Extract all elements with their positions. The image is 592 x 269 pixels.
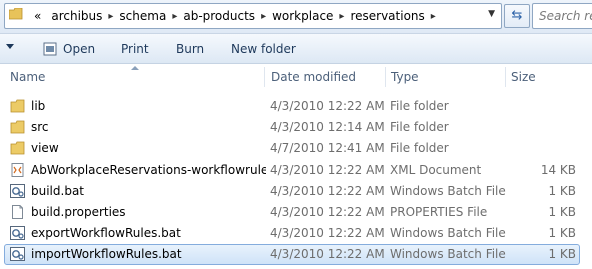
file-date: 4/3/2010 12:22 AM — [270, 99, 385, 113]
file-name: view — [31, 141, 59, 155]
file-size: 1 KB — [548, 184, 576, 198]
folder-icon — [10, 141, 25, 155]
file-row[interactable]: build.properties 4/3/2010 12:22 AM PROPE… — [4, 202, 580, 222]
file-date: 4/3/2010 12:22 AM — [270, 226, 385, 240]
address-bar[interactable]: « archibus ▸ schema ▸ ab-products ▸ work… — [4, 3, 502, 29]
chevron-down-icon[interactable]: ▼ — [488, 9, 495, 19]
file-name: build.properties — [31, 205, 126, 219]
file-size — [514, 117, 576, 137]
column-divider[interactable] — [505, 67, 506, 87]
file-size: 1 KB — [548, 226, 576, 240]
chevron-right-icon[interactable]: ▸ — [338, 11, 345, 22]
folder-icon — [10, 120, 25, 134]
file-row[interactable]: build.bat 4/3/2010 12:22 AM Windows Batc… — [4, 181, 580, 201]
file-size: 1 KB — [548, 247, 576, 261]
breadcrumb-ab-products[interactable]: ab-products — [178, 9, 260, 23]
file-date: 4/3/2010 12:22 AM — [270, 184, 385, 198]
batch-file-icon — [10, 247, 25, 261]
file-type: XML Document — [390, 163, 482, 177]
file-type: PROPERTIES File — [390, 205, 488, 219]
organize-dropdown-icon[interactable] — [6, 44, 14, 49]
address-bar-row: « archibus ▸ schema ▸ ab-products ▸ work… — [0, 0, 592, 34]
file-row[interactable]: AbWorkplaceReservations-workflowrules...… — [4, 160, 580, 180]
file-size — [514, 138, 576, 158]
sort-ascending-icon — [131, 66, 139, 70]
new-folder-button[interactable]: New folder — [231, 34, 296, 63]
burn-button[interactable]: Burn — [176, 34, 204, 63]
print-label: Print — [121, 41, 149, 56]
column-divider[interactable] — [264, 67, 265, 87]
file-name: importWorkflowRules.bat — [31, 247, 182, 261]
file-date: 4/3/2010 12:14 AM — [270, 120, 385, 134]
folder-icon — [10, 99, 25, 113]
refresh-icon: ⇆ — [511, 8, 523, 23]
breadcrumb-reservations[interactable]: reservations — [345, 9, 429, 23]
burn-label: Burn — [176, 41, 205, 56]
file-name: lib — [31, 99, 46, 113]
file-name: build.bat — [31, 184, 84, 198]
file-name: exportWorkflowRules.bat — [31, 226, 181, 240]
file-size: 14 KB — [540, 163, 576, 177]
column-header-date-modified[interactable]: Date modified — [271, 64, 356, 90]
file-size — [514, 96, 576, 116]
file-type: File folder — [390, 141, 449, 155]
column-header-name[interactable]: Name — [10, 64, 45, 90]
column-header-size[interactable]: Size — [511, 64, 536, 90]
file-date: 4/3/2010 12:22 AM — [270, 163, 385, 177]
open-icon — [43, 42, 57, 55]
file-row[interactable]: exportWorkflowRules.bat 4/3/2010 12:22 A… — [4, 223, 580, 243]
breadcrumb: « archibus ▸ schema ▸ ab-products ▸ work… — [29, 4, 437, 28]
column-header-type[interactable]: Type — [391, 64, 419, 90]
new-folder-label: New folder — [231, 41, 296, 56]
command-bar: Open Print Burn New folder — [0, 34, 592, 64]
file-date: 4/7/2010 12:41 AM — [270, 141, 385, 155]
column-headers: Name Date modified Type Size — [0, 64, 592, 90]
refresh-button[interactable]: ⇆ — [504, 4, 530, 28]
chevron-right-icon[interactable]: ▸ — [107, 11, 114, 22]
file-type: File folder — [390, 99, 449, 113]
file-name: AbWorkplaceReservations-workflowrules... — [31, 163, 266, 177]
generic-file-icon — [12, 205, 23, 219]
file-type: Windows Batch File — [390, 247, 506, 261]
open-label: Open — [63, 41, 96, 56]
file-type: File folder — [390, 120, 449, 134]
print-button[interactable]: Print — [121, 34, 149, 63]
chevron-right-icon[interactable]: ▸ — [430, 11, 437, 22]
file-row[interactable]: src 4/3/2010 12:14 AM File folder — [4, 117, 580, 137]
file-date: 4/3/2010 12:22 AM — [270, 247, 385, 261]
breadcrumb-overflow[interactable]: « — [29, 9, 46, 23]
file-name: src — [31, 120, 49, 134]
file-date: 4/3/2010 12:22 AM — [270, 205, 385, 219]
file-row-selected[interactable]: importWorkflowRules.bat 4/3/2010 12:22 A… — [4, 244, 580, 265]
open-button[interactable]: Open — [43, 34, 95, 63]
file-type: Windows Batch File — [390, 226, 506, 240]
batch-file-icon — [10, 226, 25, 240]
breadcrumb-archibus[interactable]: archibus — [46, 9, 107, 23]
file-row[interactable]: lib 4/3/2010 12:22 AM File folder — [4, 96, 580, 116]
search-input[interactable]: Search re — [532, 3, 592, 29]
breadcrumb-schema[interactable]: schema — [114, 9, 171, 23]
xml-file-icon — [11, 163, 24, 177]
chevron-right-icon[interactable]: ▸ — [171, 11, 178, 22]
batch-file-icon — [10, 184, 25, 198]
folder-icon — [9, 8, 23, 20]
file-size: 1 KB — [548, 205, 576, 219]
search-placeholder: Search re — [539, 9, 592, 23]
chevron-right-icon[interactable]: ▸ — [260, 11, 267, 22]
column-divider[interactable] — [385, 67, 386, 87]
breadcrumb-workplace[interactable]: workplace — [267, 9, 338, 23]
file-row[interactable]: view 4/7/2010 12:41 AM File folder — [4, 138, 580, 158]
file-type: Windows Batch File — [390, 184, 506, 198]
